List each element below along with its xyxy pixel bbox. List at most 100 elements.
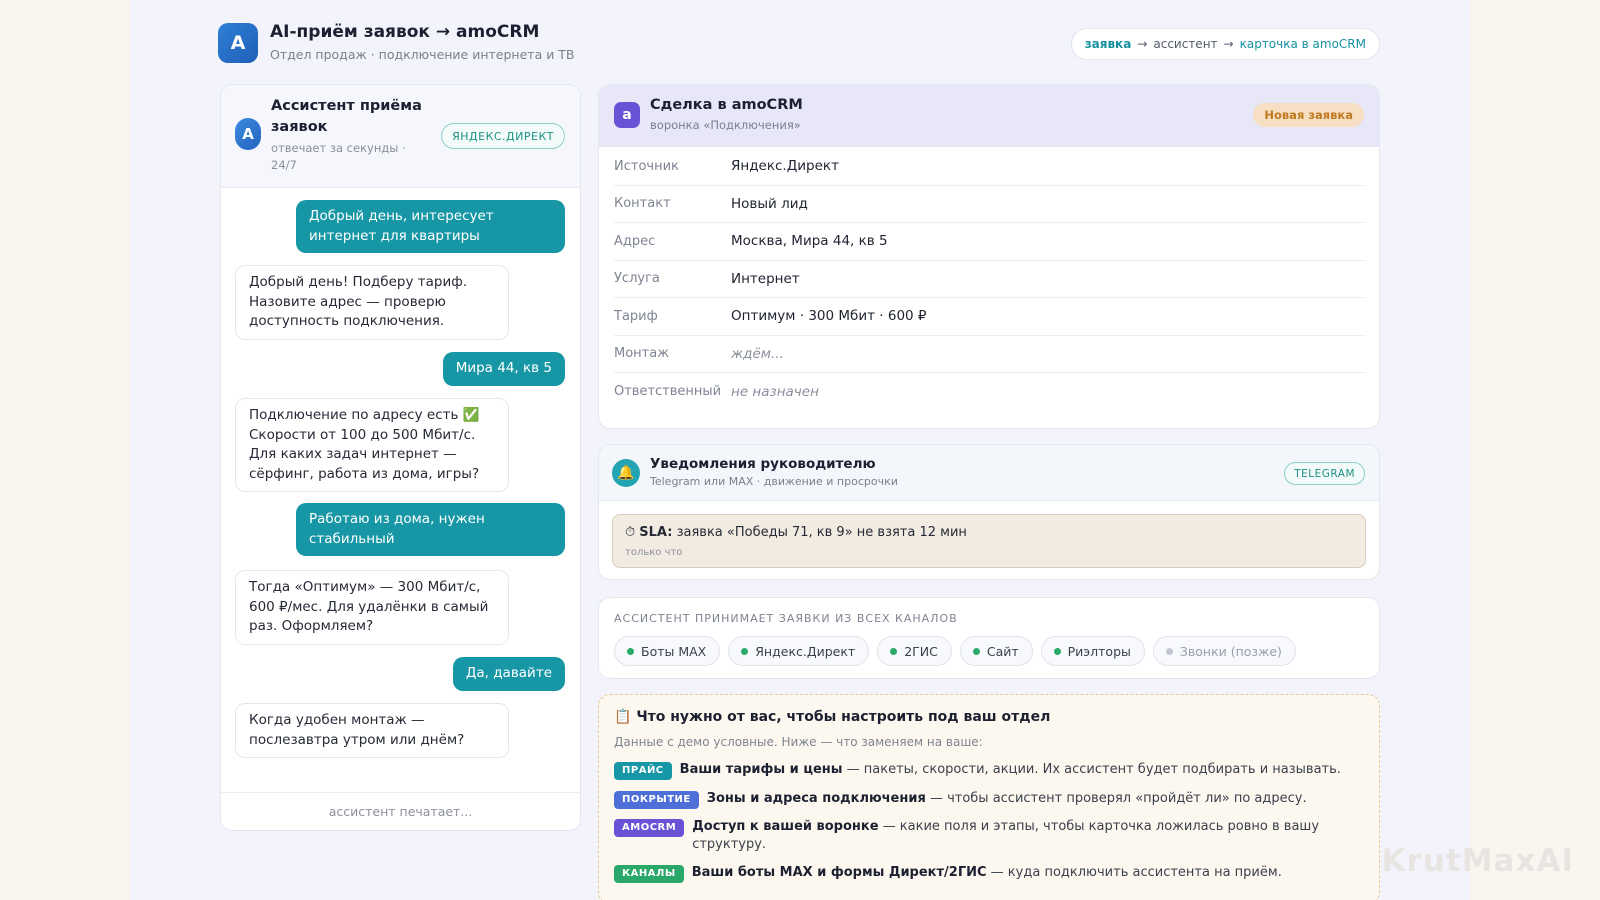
setup-item-bold: Зоны и адреса подключения xyxy=(706,791,926,806)
field-label: Источник xyxy=(614,158,679,174)
flow-breadcrumb: заявка → ассистент → карточка в amoCRM xyxy=(1070,28,1380,60)
channel-label: Яндекс.Директ xyxy=(755,643,856,659)
source-badge: ЯНДЕКС.ДИРЕКТ xyxy=(441,123,565,149)
channels-title: АССИСТЕНТ ПРИНИМАЕТ ЗАЯВКИ ИЗ ВСЕХ КАНАЛ… xyxy=(614,612,958,625)
sla-label: SLA: xyxy=(639,525,673,540)
field-value: ждём... xyxy=(731,345,784,362)
deal-pipeline: воронка «Подключения» xyxy=(650,118,801,132)
deal-status-badge: Новая заявка xyxy=(1253,103,1364,127)
chat-message-user: Добрый день, интересует интернет для ква… xyxy=(296,200,565,253)
channel-label: 2ГИС xyxy=(904,643,938,659)
deal-header: a Сделка в amoCRM воронка «Подключения» … xyxy=(599,85,1379,147)
setup-item-bold: Ваши боты MAX и формы Директ/2ГИС xyxy=(691,865,987,880)
notifications-subtitle: Telegram или MAX · движение и просрочки xyxy=(650,475,898,488)
sla-message: заявка «Победы 71, кв 9» не взята 12 мин xyxy=(676,525,967,540)
field-label: Адрес xyxy=(614,233,656,249)
field-value: Яндекс.Директ xyxy=(731,158,839,175)
chat-message-bot: Подключение по адресу есть ✅ Скорости от… xyxy=(235,398,509,492)
setup-tag: ПРАЙС xyxy=(614,762,672,780)
deal-field-row: Источник Яндекс.Директ xyxy=(614,148,1366,186)
setup-item-desc: — пакеты, скорости, акции. Их ассистент … xyxy=(842,762,1341,777)
status-dot-icon xyxy=(1053,647,1061,655)
channel-chip-realtors[interactable]: Риэлторы xyxy=(1040,636,1145,666)
setup-tag: КАНАЛЫ xyxy=(614,865,684,883)
setup-tag: AMOCRM xyxy=(614,819,685,837)
typing-indicator: ассистент печатает... xyxy=(221,792,580,830)
channel-chip-calls[interactable]: Звонки (позже) xyxy=(1152,636,1296,666)
field-value: Новый лид xyxy=(731,195,808,212)
deal-fields: Источник Яндекс.Директ Контакт Новый лид А… xyxy=(614,148,1366,411)
assistant-status: отвечает за секунды · 24/7 xyxy=(271,141,406,172)
channels-list: Боты MAX Яндекс.Директ 2ГИС Сайт Риэлтор… xyxy=(614,636,1296,666)
setup-tag: ПОКРЫТИЕ xyxy=(614,791,699,809)
app-logo: A xyxy=(218,23,258,63)
deal-field-row: Услуга Интернет xyxy=(614,261,1366,298)
notifications-header: 🔔 Уведомления руководителю Telegram или … xyxy=(599,445,1379,501)
deal-field-row: Монтаж ждём... xyxy=(614,336,1366,373)
chat-header: A Ассистент приёма заявок отвечает за се… xyxy=(221,85,580,188)
field-label: Контакт xyxy=(614,196,671,212)
setup-item-desc: — куда подключить ассистента на приём. xyxy=(986,865,1282,880)
amocrm-icon: a xyxy=(614,102,640,128)
setup-item: AMOCRM Доступ к вашей воронке — какие по… xyxy=(614,818,1364,854)
field-label: Услуга xyxy=(614,271,660,287)
notifications-card: 🔔 Уведомления руководителю Telegram или … xyxy=(598,444,1380,580)
setup-title: 📋 Что нужно от вас, чтобы настроить под … xyxy=(614,709,1050,725)
setup-item-bold: Ваши тарифы и цены xyxy=(679,762,843,777)
field-value: Москва, Мира 44, кв 5 xyxy=(731,233,888,250)
channels-card: АССИСТЕНТ ПРИНИМАЕТ ЗАЯВКИ ИЗ ВСЕХ КАНАЛ… xyxy=(598,597,1380,679)
chat-message-bot: Тогда «Оптимум» — 300 Мбит/с, 600 ₽/мес.… xyxy=(235,570,509,645)
sla-timestamp: только что xyxy=(625,547,683,558)
setup-item-text: Зоны и адреса подключения — чтобы ассист… xyxy=(707,790,1307,809)
channel-chip-site[interactable]: Сайт xyxy=(959,636,1033,666)
setup-requirements-card: 📋 Что нужно от вас, чтобы настроить под … xyxy=(598,694,1380,900)
watermark: KrutMaxAI xyxy=(1381,843,1574,879)
notifications-title: Уведомления руководителю xyxy=(650,456,876,472)
field-value: не назначен xyxy=(731,383,819,400)
field-value: Интернет xyxy=(731,270,800,287)
chat-panel: A Ассистент приёма заявок отвечает за се… xyxy=(220,84,581,831)
setup-item-bold: Доступ к вашей воронке xyxy=(692,819,879,834)
status-dot-icon xyxy=(627,647,634,655)
channel-chip-max[interactable]: Боты MAX xyxy=(614,636,721,666)
chat-message-user: Работаю из дома, нужен стабильный xyxy=(296,503,565,556)
channel-chip-2gis[interactable]: 2ГИС xyxy=(877,636,952,666)
telegram-badge: TELEGRAM xyxy=(1284,462,1365,485)
chat-message-user: Да, давайте xyxy=(452,657,565,691)
assistant-name: Ассистент приёма заявок xyxy=(271,98,422,135)
deal-title: Сделка в amoCRM xyxy=(650,97,803,113)
chat-message-bot: Добрый день! Подберу тариф. Назовите адр… xyxy=(235,265,509,340)
channel-label: Боты MAX xyxy=(641,643,707,659)
status-dot-icon xyxy=(972,647,980,655)
chat-message-bot: Когда удобен монтаж — послезавтра утром … xyxy=(235,703,509,758)
field-label: Тариф xyxy=(614,308,658,324)
setup-item-desc: — чтобы ассистент проверял «пройдёт ли» … xyxy=(925,791,1307,806)
page-subtitle: Отдел продаж · подключение интернета и Т… xyxy=(270,47,575,62)
deal-field-row: Тариф Оптимум · 300 Мбит · 600 ₽ xyxy=(614,298,1366,336)
setup-title-text: Что нужно от вас, чтобы настроить под ва… xyxy=(636,709,1051,725)
setup-item: КАНАЛЫ Ваши боты MAX и формы Директ/2ГИС… xyxy=(614,864,1364,883)
bell-icon: 🔔 xyxy=(612,459,640,487)
channel-label: Звонки (позже) xyxy=(1179,643,1282,659)
status-dot-icon xyxy=(1165,647,1173,655)
deal-field-row: Адрес Москва, Мира 44, кв 5 xyxy=(614,223,1366,261)
sla-alert: ⏱ SLA: заявка «Победы 71, кв 9» не взята… xyxy=(612,514,1366,568)
channel-label: Сайт xyxy=(986,643,1019,659)
setup-item-text: Ваши боты MAX и формы Директ/2ГИС — куда… xyxy=(692,864,1282,883)
deal-card: a Сделка в amoCRM воронка «Подключения» … xyxy=(598,84,1380,429)
arrow-right-icon: → xyxy=(1137,37,1148,51)
clipboard-icon: 📋 xyxy=(614,709,632,725)
deal-field-row: Ответственный не назначен xyxy=(614,373,1366,411)
assistant-avatar: A xyxy=(235,118,261,150)
setup-item-text: Ваши тарифы и цены — пакеты, скорости, а… xyxy=(680,761,1341,780)
field-label: Монтаж xyxy=(614,346,669,362)
deal-field-row: Контакт Новый лид xyxy=(614,186,1366,223)
status-dot-icon xyxy=(890,647,898,655)
status-dot-icon xyxy=(741,647,749,655)
channel-chip-yandex-direct[interactable]: Яндекс.Директ xyxy=(728,636,870,666)
sla-alert-text: ⏱ SLA: заявка «Победы 71, кв 9» не взята… xyxy=(625,525,967,540)
field-value: Оптимум · 300 Мбит · 600 ₽ xyxy=(731,308,927,325)
page-title: AI-приём заявок → amoCRM xyxy=(270,22,540,42)
flow-step-request: заявка xyxy=(1084,37,1132,51)
chat-message-user: Мира 44, кв 5 xyxy=(442,352,565,386)
